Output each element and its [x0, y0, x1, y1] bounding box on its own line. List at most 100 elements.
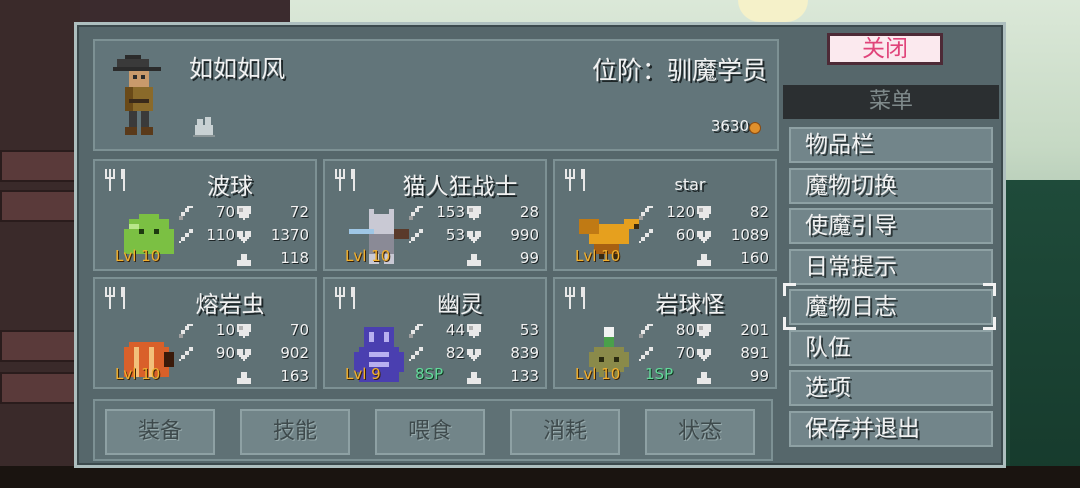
hp-value: 1370: [270, 226, 309, 244]
hp-value: 902: [280, 344, 309, 362]
monster-name: 猫人狂战士: [402, 174, 518, 200]
skills-button[interactable]: 技能: [240, 409, 350, 455]
skill-points-label: 8SP: [415, 365, 444, 383]
fork-knife-icon[interactable]: [563, 169, 589, 191]
defense-value: 28: [519, 203, 539, 221]
monster-name: star: [674, 175, 706, 194]
close-button[interactable]: 关闭: [827, 33, 943, 65]
defense-value: 72: [289, 203, 309, 221]
attack-value: 80: [675, 321, 695, 339]
attack-value: 70: [215, 203, 235, 221]
menu-item-team[interactable]: 队伍: [789, 330, 993, 366]
shield-icon: [237, 205, 251, 220]
defense-value: 53: [519, 321, 539, 339]
heart-icon: [697, 346, 711, 361]
monster-card[interactable]: 猫人狂战士 153 28 53 990 99 Lvl 10: [323, 159, 547, 271]
monster-card[interactable]: 幽灵 44 53 82 839 133 Lvl 9 8SP: [323, 277, 547, 389]
defense-value: 70: [289, 321, 309, 339]
magic-value: 110: [206, 226, 235, 244]
fork-knife-icon[interactable]: [333, 169, 359, 191]
boot-icon: [237, 251, 251, 266]
level-label: Lvl 10: [115, 365, 161, 383]
ground: [0, 466, 1080, 488]
monster-name: 岩球怪: [655, 292, 725, 318]
defense-value: 82: [749, 203, 769, 221]
gold-amount: 3630: [710, 117, 749, 135]
level-label: Lvl 10: [345, 247, 391, 265]
speed-value: 160: [740, 249, 769, 267]
shield-icon: [697, 205, 711, 220]
status-button[interactable]: 状态: [645, 409, 755, 455]
speed-value: 99: [749, 367, 769, 385]
action-bar: 装备 技能 喂食 消耗 状态: [93, 399, 773, 461]
boot-icon: [237, 369, 251, 384]
menu-item-familiar-guide[interactable]: 使魔引导: [789, 208, 993, 244]
menu-item-save-quit[interactable]: 保存并退出: [789, 411, 993, 447]
fork-knife-icon[interactable]: [563, 287, 589, 309]
magic-value: 90: [215, 344, 235, 362]
attack-value: 10: [215, 321, 235, 339]
selection-cursor: [983, 317, 996, 330]
magic-value: 82: [445, 344, 465, 362]
heart-icon: [697, 228, 711, 243]
shield-icon: [467, 323, 481, 338]
fork-knife-icon[interactable]: [103, 169, 129, 191]
attack-value: 44: [445, 321, 465, 339]
shield-icon: [237, 323, 251, 338]
menu-item-options[interactable]: 选项: [789, 370, 993, 406]
player-name: 如如如风: [189, 55, 285, 83]
attack-value: 120: [666, 203, 695, 221]
consume-button[interactable]: 消耗: [510, 409, 620, 455]
hp-value: 990: [510, 226, 539, 244]
feed-button[interactable]: 喂食: [375, 409, 485, 455]
speed-value: 133: [510, 367, 539, 385]
monster-name: 熔岩虫: [195, 292, 265, 318]
team-menu-window: 如如如风 位阶：驯魔学员 3630 波球 70 72 110 1370 118 Lvl 10…: [74, 22, 1006, 468]
fork-knife-icon[interactable]: [333, 287, 359, 309]
magic-value: 53: [445, 226, 465, 244]
player-panel: 如如如风 位阶：驯魔学员 3630: [93, 39, 779, 151]
coin-icon: [749, 122, 761, 134]
monster-name: 波球: [207, 174, 253, 200]
monster-card[interactable]: 熔岩虫 10 70 90 902 163 Lvl 10: [93, 277, 317, 389]
monster-card[interactable]: 波球 70 72 110 1370 118 Lvl 10: [93, 159, 317, 271]
equip-button[interactable]: 装备: [105, 409, 215, 455]
hp-value: 1089: [730, 226, 769, 244]
selection-cursor: [983, 283, 996, 296]
level-label: Lvl 10: [115, 247, 161, 265]
level-label: Lvl 10: [575, 365, 621, 383]
speed-value: 163: [280, 367, 309, 385]
boot-icon: [697, 251, 711, 266]
hp-value: 891: [740, 344, 769, 362]
level-label: Lvl 10: [575, 247, 621, 265]
menu-item-inventory[interactable]: 物品栏: [789, 127, 993, 163]
level-label: Lvl 9: [345, 365, 381, 383]
attack-value: 153: [436, 203, 465, 221]
boot-icon: [467, 251, 481, 266]
fork-knife-icon[interactable]: [103, 287, 129, 309]
player-avatar: [113, 55, 161, 135]
shield-icon: [467, 205, 481, 220]
boot-icon: [697, 369, 711, 384]
monster-name: 幽灵: [437, 292, 483, 318]
skill-points-label: 1SP: [645, 365, 674, 383]
hp-value: 839: [510, 344, 539, 362]
speed-value: 118: [280, 249, 309, 267]
brick-wall: [0, 0, 82, 488]
menu-header: 菜单: [783, 85, 999, 119]
monster-card[interactable]: 岩球怪 80 201 70 891 99 Lvl 10 1SP: [553, 277, 777, 389]
menu-item-monster-journal[interactable]: 魔物日志: [789, 289, 993, 325]
boot-icon: [467, 369, 481, 384]
defense-value: 201: [740, 321, 769, 339]
menu-item-monster-switch[interactable]: 魔物切换: [789, 168, 993, 204]
pet-egg-icon: [193, 117, 215, 137]
monster-card[interactable]: star 120 82 60 1089 160 Lvl 10: [553, 159, 777, 271]
heart-icon: [467, 346, 481, 361]
sun: [738, 0, 808, 22]
shield-icon: [697, 323, 711, 338]
heart-icon: [467, 228, 481, 243]
speed-value: 99: [519, 249, 539, 267]
menu-item-daily-tips[interactable]: 日常提示: [789, 249, 993, 285]
heart-icon: [237, 228, 251, 243]
magic-value: 60: [675, 226, 695, 244]
